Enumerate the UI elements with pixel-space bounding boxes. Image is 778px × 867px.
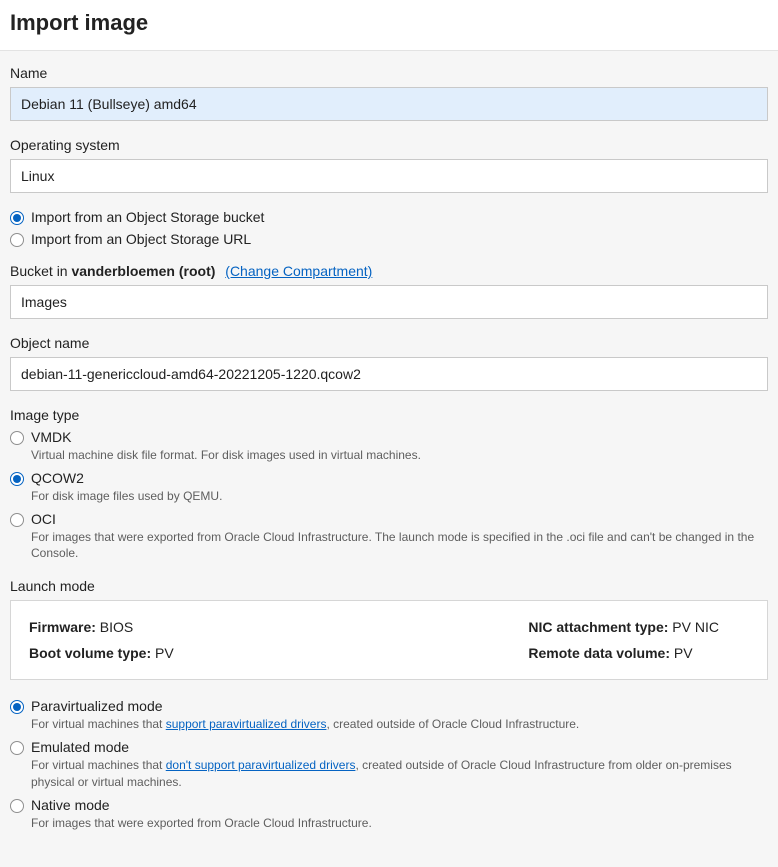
import-from-bucket-label: Import from an Object Storage bucket	[31, 209, 264, 225]
launch-mode-native-radio[interactable]: Native mode For images that were exporte…	[10, 797, 768, 832]
image-type-oci-radio[interactable]: OCI For images that were exported from O…	[10, 511, 768, 563]
radio-icon	[10, 431, 24, 445]
vmdk-desc: Virtual machine disk file format. For di…	[31, 447, 768, 464]
nic-info: NIC attachment type: PV NIC	[528, 619, 719, 635]
bucket-field: Bucket in vanderbloemen (root) (Change C…	[10, 263, 768, 319]
os-label: Operating system	[10, 137, 768, 153]
object-name-input[interactable]	[10, 357, 768, 391]
compartment-name: vanderbloemen (root)	[71, 263, 215, 279]
launch-mode-section: Launch mode Firmware: BIOS Boot volume t…	[10, 578, 768, 831]
launch-mode-emulated-radio[interactable]: Emulated mode For virtual machines that …	[10, 739, 768, 791]
name-input[interactable]	[10, 87, 768, 121]
paravirtualized-label: Paravirtualized mode	[31, 698, 768, 714]
image-type-section: Image type VMDK Virtual machine disk fil…	[10, 407, 768, 562]
emulated-label: Emulated mode	[31, 739, 768, 755]
object-name-field: Object name	[10, 335, 768, 391]
image-type-heading: Image type	[10, 407, 768, 423]
page-title: Import image	[10, 10, 768, 36]
oci-label: OCI	[31, 511, 768, 527]
qcow2-desc: For disk image files used by QEMU.	[31, 488, 768, 505]
os-input[interactable]	[10, 159, 768, 193]
radio-icon	[10, 211, 24, 225]
emulated-desc: For virtual machines that don't support …	[31, 757, 768, 791]
name-field: Name	[10, 65, 768, 121]
radio-icon	[10, 741, 24, 755]
launch-mode-info-box: Firmware: BIOS Boot volume type: PV NIC …	[10, 600, 768, 680]
remote-volume-info: Remote data volume: PV	[528, 645, 719, 661]
oci-desc: For images that were exported from Oracl…	[31, 529, 768, 563]
image-type-qcow2-radio[interactable]: QCOW2 For disk image files used by QEMU.	[10, 470, 768, 505]
panel-header: Import image	[0, 0, 778, 51]
bucket-prefix: Bucket in	[10, 263, 71, 279]
bucket-heading: Bucket in vanderbloemen (root) (Change C…	[10, 263, 768, 279]
launch-mode-paravirtualized-radio[interactable]: Paravirtualized mode For virtual machine…	[10, 698, 768, 733]
paravirtualized-desc: For virtual machines that support paravi…	[31, 716, 768, 733]
os-field: Operating system	[10, 137, 768, 193]
import-from-url-radio[interactable]: Import from an Object Storage URL	[10, 231, 768, 247]
qcow2-label: QCOW2	[31, 470, 768, 486]
image-type-vmdk-radio[interactable]: VMDK Virtual machine disk file format. F…	[10, 429, 768, 464]
panel-content: Name Operating system Import from an Obj…	[0, 51, 778, 867]
import-image-panel: Import image Name Operating system Impor…	[0, 0, 778, 867]
change-compartment-link[interactable]: (Change Compartment)	[225, 263, 372, 279]
bucket-input[interactable]	[10, 285, 768, 319]
paravirtualized-drivers-link[interactable]: support paravirtualized drivers	[166, 717, 327, 731]
radio-icon	[10, 513, 24, 527]
launch-mode-heading: Launch mode	[10, 578, 768, 594]
import-from-bucket-radio[interactable]: Import from an Object Storage bucket	[10, 209, 768, 225]
radio-icon	[10, 799, 24, 813]
import-source-group: Import from an Object Storage bucket Imp…	[10, 209, 768, 247]
vmdk-label: VMDK	[31, 429, 768, 445]
no-paravirtualized-drivers-link[interactable]: don't support paravirtualized drivers	[166, 758, 356, 772]
native-desc: For images that were exported from Oracl…	[31, 815, 768, 832]
firmware-info: Firmware: BIOS	[29, 619, 174, 635]
radio-icon	[10, 233, 24, 247]
native-label: Native mode	[31, 797, 768, 813]
boot-volume-info: Boot volume type: PV	[29, 645, 174, 661]
name-label: Name	[10, 65, 768, 81]
object-name-label: Object name	[10, 335, 768, 351]
import-from-url-label: Import from an Object Storage URL	[31, 231, 251, 247]
radio-icon	[10, 700, 24, 714]
radio-icon	[10, 472, 24, 486]
